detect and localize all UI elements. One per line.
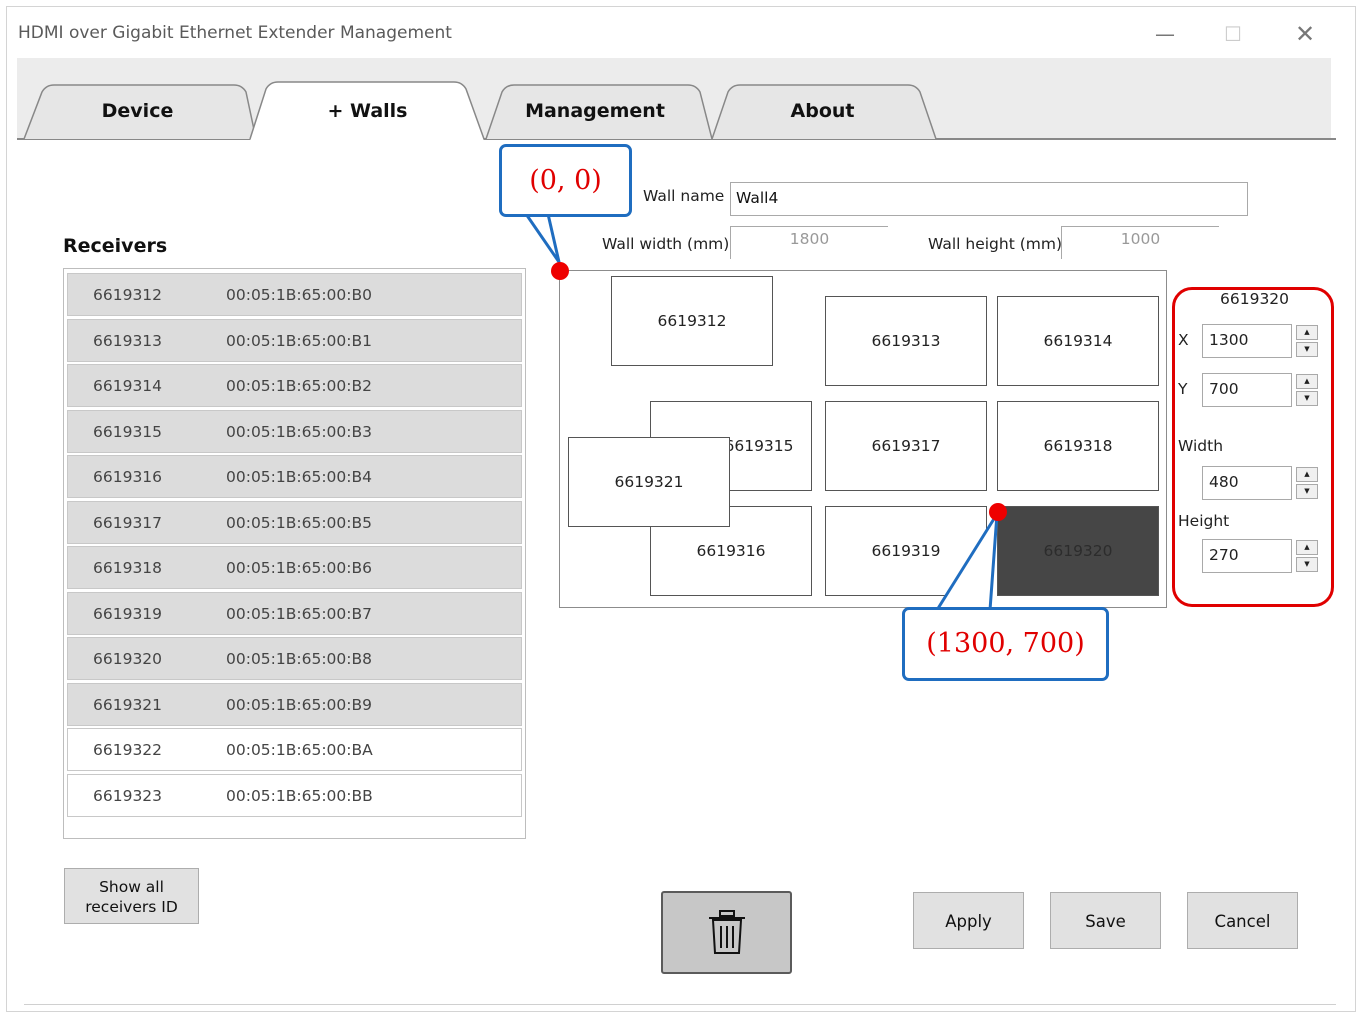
apply-button[interactable]: Apply [913, 892, 1024, 949]
save-button[interactable]: Save [1050, 892, 1161, 949]
delete-button[interactable] [661, 891, 792, 974]
annotation-pointers [524, 213, 999, 611]
bottom-divider [24, 1004, 1336, 1005]
origin-callout: (0, 0) [499, 144, 632, 217]
trash-icon [709, 910, 745, 954]
position-marker [989, 503, 1007, 521]
position-callout: (1300, 700) [902, 607, 1109, 681]
origin-marker [551, 262, 569, 280]
cancel-button[interactable]: Cancel [1187, 892, 1298, 949]
